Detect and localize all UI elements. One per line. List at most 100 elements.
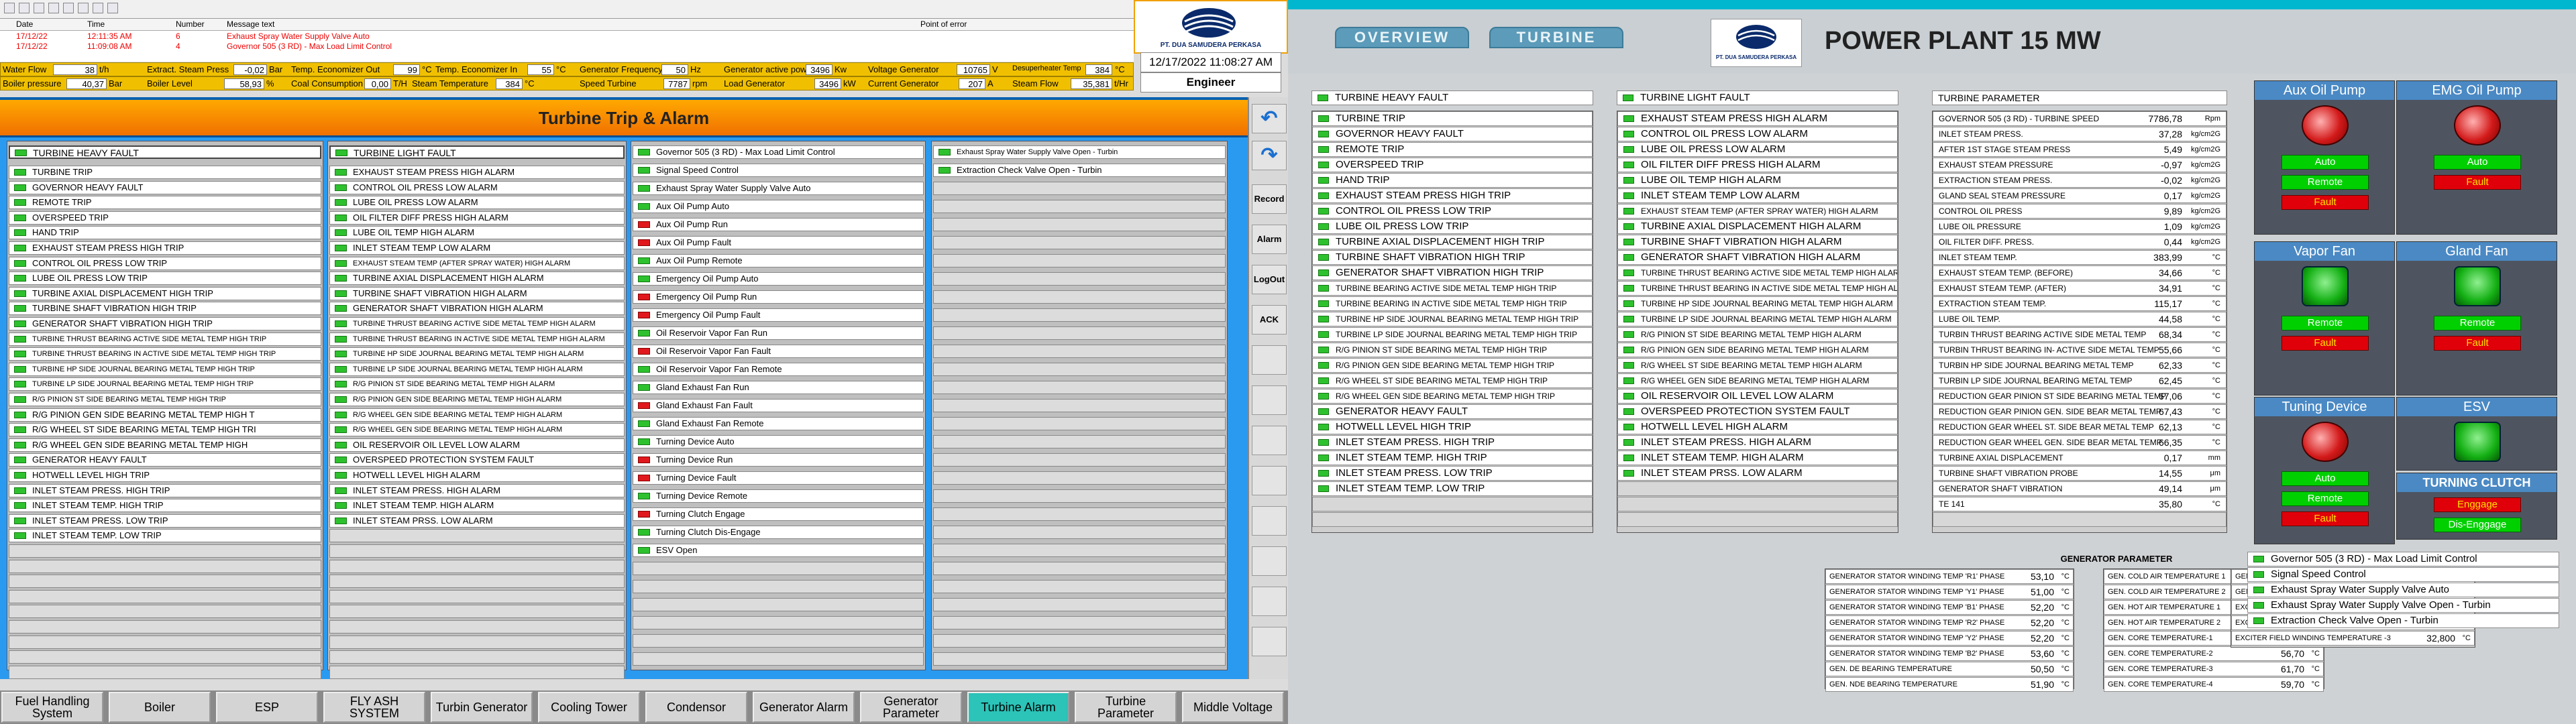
nav-turbin-generator[interactable]: Turbin Generator [431, 692, 533, 723]
device-auto-button[interactable]: Auto [2282, 155, 2369, 170]
device-fault-button[interactable]: Fault [2434, 175, 2521, 190]
process-value-cell: Generator active power 3496 Kw [722, 64, 866, 76]
blank-button[interactable] [1252, 345, 1287, 375]
forward-arrow-icon[interactable]: ↷ [1252, 141, 1287, 170]
status-led [14, 184, 26, 191]
alarm-label: TURBINE TRIP [32, 167, 93, 177]
fan-icon[interactable] [2454, 422, 2501, 462]
status-led [1318, 208, 1329, 215]
alarm-item: EXHAUST STEAM PRESS HIGH ALARM [1617, 111, 1898, 126]
alarm-label: TURBINE THRUST BEARING ACTIVE SIDE METAL… [1641, 268, 1898, 278]
alarm-label: R/G WHEEL GEN SIDE BEARING METAL TEMP HI… [353, 426, 563, 434]
device-remote-button[interactable]: Remote [2282, 316, 2369, 330]
blank-button[interactable] [1252, 587, 1287, 616]
alarm-label: TURBINE SHAFT VIBRATION HIGH TRIP [32, 303, 197, 314]
device-remote-button[interactable]: Remote [2282, 491, 2369, 506]
status-led [335, 290, 347, 297]
device-remote-button[interactable]: Remote [2282, 175, 2369, 190]
parameter-unit: °C [2212, 300, 2220, 308]
alarm-label: TURBINE SHAFT VIBRATION HIGH TRIP [1336, 251, 1525, 263]
device-title: Tuning Device [2255, 398, 2394, 416]
pump-icon[interactable] [2302, 105, 2349, 145]
alarm-label: HOTWELL LEVEL HIGH TRIP [1336, 421, 1471, 432]
nav-generator-parameter[interactable]: Generator Parameter [860, 692, 962, 723]
toolbar-icon-2[interactable] [19, 3, 30, 13]
blank-button[interactable] [1252, 546, 1287, 576]
heavy-fault-list: TURBINE TRIP GOVERNOR HEAVY FAULT REMOTE T… [1311, 111, 1593, 533]
fan-icon[interactable] [2302, 266, 2349, 306]
empty-row [933, 272, 1226, 286]
alarm-label: TURBINE HP SIDE JOURNAL BEARING METAL TE… [1641, 299, 1893, 308]
toolbar-icon-4[interactable] [48, 3, 59, 13]
nav-fuel-handling-system[interactable]: Fuel Handling System [1, 692, 103, 723]
user-display[interactable]: Engineer [1140, 72, 1281, 93]
alarm-log-row[interactable]: 17/12/22 11:09:08 AM 4 Governor 505 (3 R… [0, 41, 1134, 51]
logout-button[interactable]: LogOut [1252, 265, 1287, 294]
device-auto-button[interactable]: Auto [2282, 471, 2369, 486]
status-led [1623, 115, 1634, 122]
nav-generator-alarm[interactable]: Generator Alarm [753, 692, 855, 723]
status-led [638, 402, 650, 409]
alarm-label: INLET STEAM PRSS. LOW ALARM [1641, 467, 1803, 479]
tab-overview[interactable]: OVERVIEW [1335, 27, 1469, 48]
blank-button[interactable] [1252, 426, 1287, 455]
alarm-label: INLET STEAM PRESS. HIGH ALARM [353, 485, 501, 495]
status-led [1623, 131, 1634, 137]
alarm-item: HOTWELL LEVEL HIGH ALARM [1617, 420, 1898, 434]
empty-row [933, 435, 1226, 448]
nav-condensor[interactable]: Condensor [645, 692, 747, 723]
process-value-cell: Generator Frequency 50 Hz [578, 64, 722, 76]
status-led [638, 276, 650, 282]
status-led [638, 221, 650, 228]
parameter-label: GEN. HOT AIR TEMPERATURE 1 [2108, 603, 2221, 611]
device-fault-button[interactable]: Fault [2282, 336, 2369, 351]
generator-parameter-row: GENERATOR STATOR WINDING TEMP 'B1' PHASE… [1825, 600, 2074, 615]
nav-fly-ash-system[interactable]: FLY ASH SYSTEM [323, 692, 425, 723]
pump-icon[interactable] [2454, 105, 2501, 145]
device-remote-button[interactable]: Remote [2434, 316, 2521, 330]
alarm-button[interactable]: Alarm [1252, 225, 1287, 254]
status-led [1623, 408, 1634, 415]
parameter-row: REDUCTION GEAR PINION GEN. SIDE BEAR MET… [1933, 404, 2226, 419]
blank-button[interactable] [1252, 466, 1287, 495]
blank-button[interactable] [1252, 385, 1287, 415]
device-title: Vapor Fan [2255, 242, 2394, 261]
nav-turbine-alarm[interactable]: Turbine Alarm [967, 692, 1069, 723]
status-led [14, 502, 26, 509]
status-led [335, 396, 347, 403]
alarm-log-row[interactable]: 17/12/22 12:11:35 AM 6 Exhaust Spray Wat… [0, 31, 1134, 41]
toolbar-icon-8[interactable] [107, 3, 118, 13]
tab-turbine[interactable]: TURBINE [1489, 27, 1623, 48]
device-fault-button[interactable]: Fault [2282, 511, 2369, 526]
process-unit: t/h [99, 64, 109, 74]
process-unit: A [987, 78, 994, 88]
clutch-disengage-button[interactable]: Dis-Enggage [2434, 518, 2521, 532]
nav-middle-voltage[interactable]: Middle Voltage [1182, 692, 1284, 723]
parameter-label: TURBINE SHAFT VIBRATION PROBE [1939, 469, 2078, 478]
toolbar-icon-3[interactable] [34, 3, 44, 13]
ack-button[interactable]: ACK [1252, 305, 1287, 335]
toolbar-icon-1[interactable] [4, 3, 15, 13]
alarm-item: CONTROL OIL PRESS LOW ALARM [329, 180, 625, 194]
fan-icon[interactable] [2454, 266, 2501, 306]
alarm-item: TURBINE THRUST BEARING IN ACTIVE SIDE ME… [1617, 281, 1898, 296]
pump-icon[interactable] [2302, 422, 2349, 462]
blank-button[interactable] [1252, 506, 1287, 536]
toolbar-icon-6[interactable] [78, 3, 89, 13]
toolbar-icon-7[interactable] [93, 3, 103, 13]
nav-turbine-parameter[interactable]: Turbine Parameter [1075, 692, 1177, 723]
alarm-label: GENERATOR HEAVY FAULT [1336, 406, 1468, 417]
toolbar-icon-5[interactable] [63, 3, 74, 13]
device-fault-button[interactable]: Fault [2434, 336, 2521, 351]
device-fault-button[interactable]: Fault [2282, 195, 2369, 210]
nav-boiler[interactable]: Boiler [109, 692, 211, 723]
nav-esp[interactable]: ESP [216, 692, 318, 723]
clutch-engage-button[interactable]: Enggage [2434, 497, 2521, 512]
back-arrow-icon[interactable]: ↶ [1252, 104, 1287, 133]
device-auto-button[interactable]: Auto [2434, 155, 2521, 170]
record-button[interactable]: Record [1252, 184, 1287, 214]
parameter-label: GENERATOR STATOR WINDING TEMP 'Y1' PHASE [1829, 588, 2004, 596]
blank-button[interactable] [1252, 627, 1287, 656]
alarm-item: GENERATOR SHAFT VIBRATION HIGH TRIP [9, 317, 321, 330]
nav-cooling-tower[interactable]: Cooling Tower [538, 692, 640, 723]
